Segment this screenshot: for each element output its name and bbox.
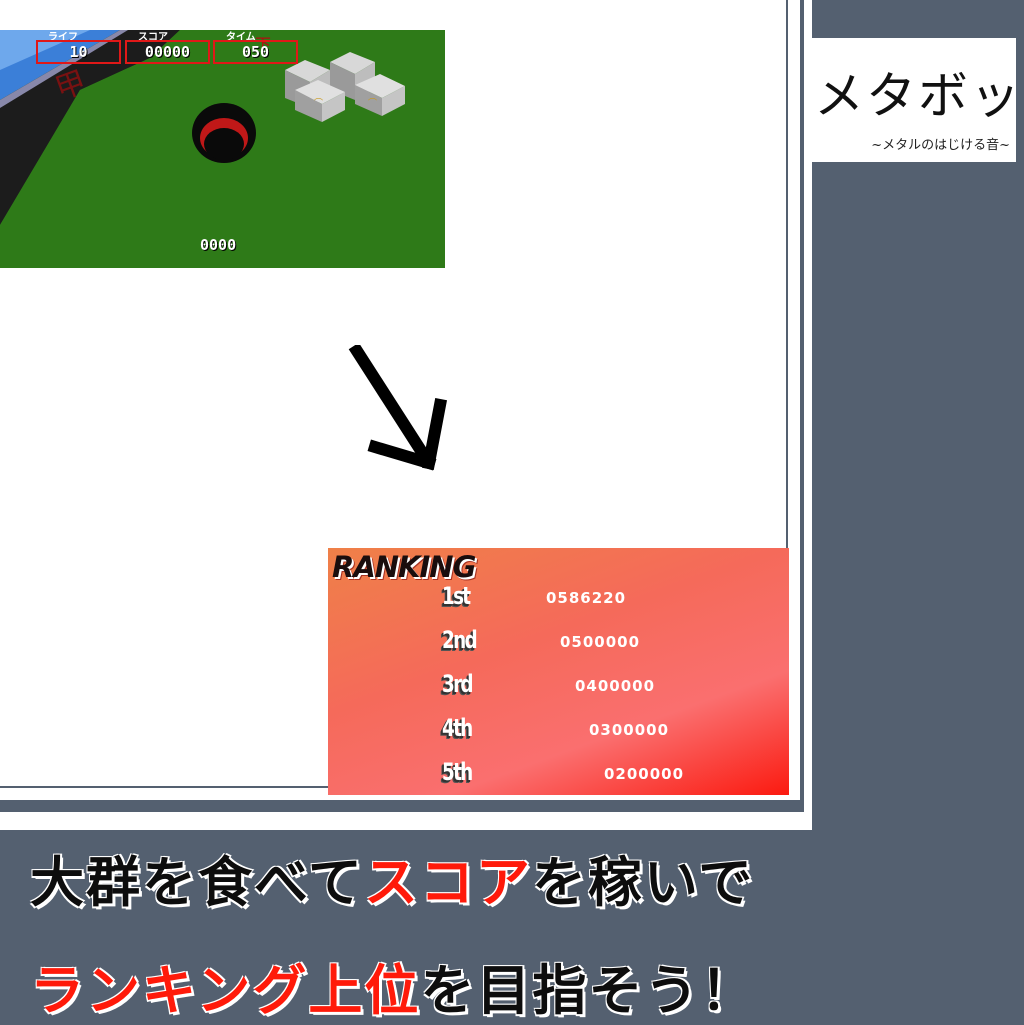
caption-line-2: ランキング上位を目指そう！ bbox=[30, 946, 756, 1025]
rank-score-5: 0200000 bbox=[604, 765, 685, 783]
rank-place-2: 2nd bbox=[442, 626, 478, 654]
ranking-title: RANKING bbox=[332, 550, 476, 584]
rank-score-2: 0500000 bbox=[560, 633, 641, 651]
caption-line-1: 大群を食べてスコアを稼いで bbox=[30, 838, 754, 917]
caption-1a: 大群を食べて bbox=[30, 851, 364, 914]
game-counter: 0000 bbox=[200, 236, 237, 254]
rank-place-5: 5th bbox=[442, 758, 473, 786]
caption-2b: を目指そう！ bbox=[420, 959, 757, 1022]
arrow-down-right-icon bbox=[348, 345, 448, 471]
logo-title: メタボット bbox=[814, 67, 1024, 125]
svg-text:⌒: ⌒ bbox=[314, 98, 323, 109]
rank-place-1: 1st bbox=[442, 582, 471, 610]
logo-subtitle: ~メタルのはじける音~ bbox=[871, 138, 1010, 153]
life-value: 10 bbox=[36, 40, 121, 64]
rank-score-3: 0400000 bbox=[575, 677, 656, 695]
rank-score-1: 0586220 bbox=[546, 589, 627, 607]
score-value: 00000 bbox=[125, 40, 210, 64]
rank-score-4: 0300000 bbox=[589, 721, 670, 739]
rank-place-3: 3rd bbox=[442, 670, 474, 698]
ranking-panel: RANKING 1st 0586220 2nd 0500000 3rd 0400… bbox=[328, 548, 789, 795]
caption-1b: スコア bbox=[363, 851, 532, 914]
rank-place-4: 4th bbox=[442, 714, 473, 742]
caption-1c: を稼いで bbox=[531, 851, 755, 914]
game-logo: メタボット ~メタルのはじける音~ bbox=[808, 38, 1024, 162]
game-screenshot: 甲 下 ⌒ ⌒ ライフ 10 スコア 00000 タイム 050 0000 bbox=[0, 30, 445, 268]
caption-2a: ランキング上位 bbox=[30, 959, 421, 1022]
game-scene: 甲 下 ⌒ ⌒ bbox=[0, 30, 445, 268]
player-character bbox=[192, 103, 256, 163]
svg-text:⌒: ⌒ bbox=[368, 98, 377, 109]
time-value: 050 bbox=[213, 40, 298, 64]
